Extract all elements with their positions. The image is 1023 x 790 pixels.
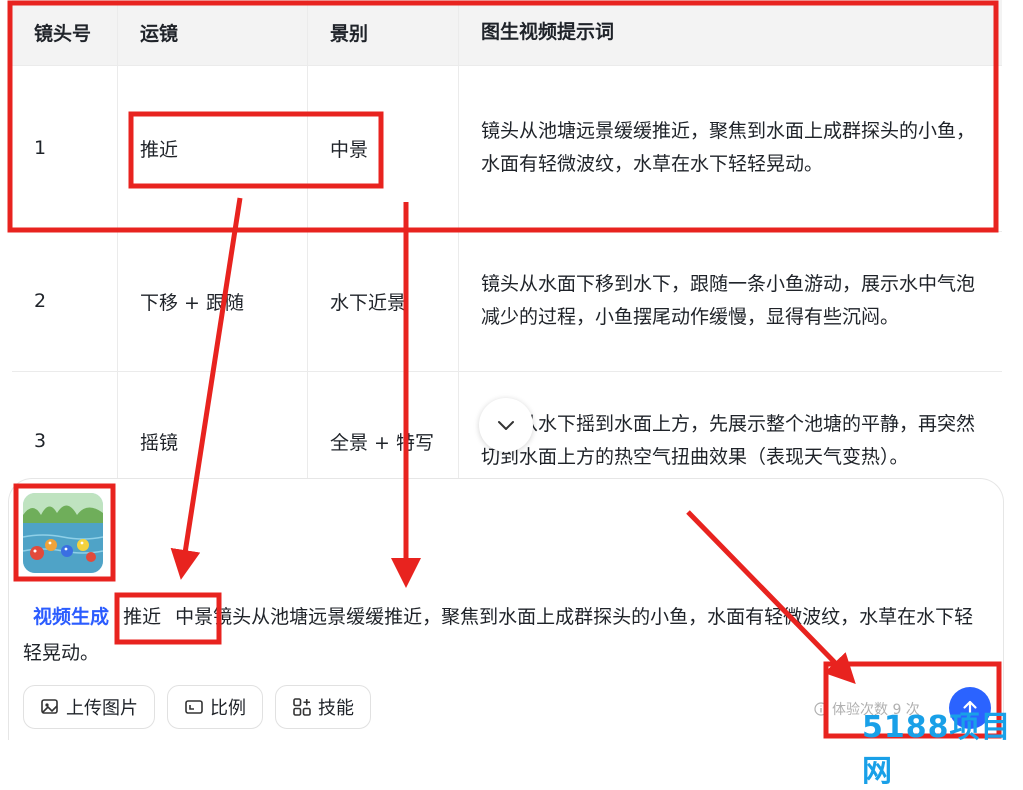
prompt-composer: 视频生成 推近 中景镜头从池塘远景缓缓推近，聚焦到水面上成群探头的小鱼，水面有轻… <box>8 478 1004 740</box>
shot-size-keyword: 中景 <box>175 606 214 628</box>
watermark: 5188项目网 <box>862 710 1012 789</box>
scroll-down-button[interactable] <box>479 398 533 452</box>
header-prompt: 图生视频提示词 <box>481 21 615 43</box>
skills-button[interactable]: 技能 <box>275 685 371 729</box>
aspect-ratio-icon <box>185 700 203 714</box>
cell-camera-move: 推近 <box>118 65 308 231</box>
cell-prompt: 镜头从水面下移到水下，跟随一条小鱼游动，展示水中气泡减少的过程，小鱼摆尾动作缓慢… <box>481 273 976 328</box>
composer-toolbar: 上传图片 比例 技能 <box>23 685 371 729</box>
cell-shot-number: 2 <box>12 231 118 371</box>
image-upload-icon <box>41 699 58 714</box>
table-header-row: 镜头号 运镜 景别 图生视频提示词 <box>12 0 1002 66</box>
aspect-ratio-button[interactable]: 比例 <box>167 685 263 729</box>
cell-prompt: 镜头从池塘远景缓缓推近，聚焦到水面上成群探头的小鱼，水面有轻微波纹，水草在水下轻… <box>481 120 976 175</box>
aspect-ratio-label: 比例 <box>210 698 246 719</box>
fish-pond-image <box>23 493 103 573</box>
camera-move-keyword: 推近 <box>123 606 162 628</box>
skills-label: 技能 <box>318 698 354 719</box>
table-row: 2 下移 + 跟随 水下近景 镜头从水面下移到水下，跟随一条小鱼游动，展示水中气… <box>12 231 1002 372</box>
prompt-text[interactable]: 视频生成 推近 中景镜头从池塘远景缓缓推近，聚焦到水面上成群探头的小鱼，水面有轻… <box>23 599 991 671</box>
header-shot-number: 镜头号 <box>12 0 118 65</box>
cell-shot-number: 1 <box>12 65 118 231</box>
cell-shot-size: 中景 <box>308 65 459 231</box>
header-camera-move: 运镜 <box>118 0 308 65</box>
skills-grid-icon <box>293 698 311 716</box>
uploaded-image-thumbnail[interactable] <box>23 493 103 573</box>
info-icon <box>814 702 828 716</box>
table-row: 1 推近 中景 镜头从池塘远景缓缓推近，聚焦到水面上成群探头的小鱼，水面有轻微波… <box>12 65 1002 232</box>
cell-shot-size: 水下近景 <box>308 231 459 371</box>
cell-camera-move: 下移 + 跟随 <box>118 231 308 371</box>
header-shot-size: 景别 <box>308 0 459 65</box>
chevron-down-icon <box>498 421 514 430</box>
upload-image-button[interactable]: 上传图片 <box>23 685 155 729</box>
video-generation-tag[interactable]: 视频生成 <box>33 606 109 628</box>
prompt-body: 镜头从池塘远景缓缓推近，聚焦到水面上成群探头的小鱼，水面有轻微波纹，水草在水下轻… <box>23 606 974 664</box>
upload-image-label: 上传图片 <box>66 698 138 719</box>
